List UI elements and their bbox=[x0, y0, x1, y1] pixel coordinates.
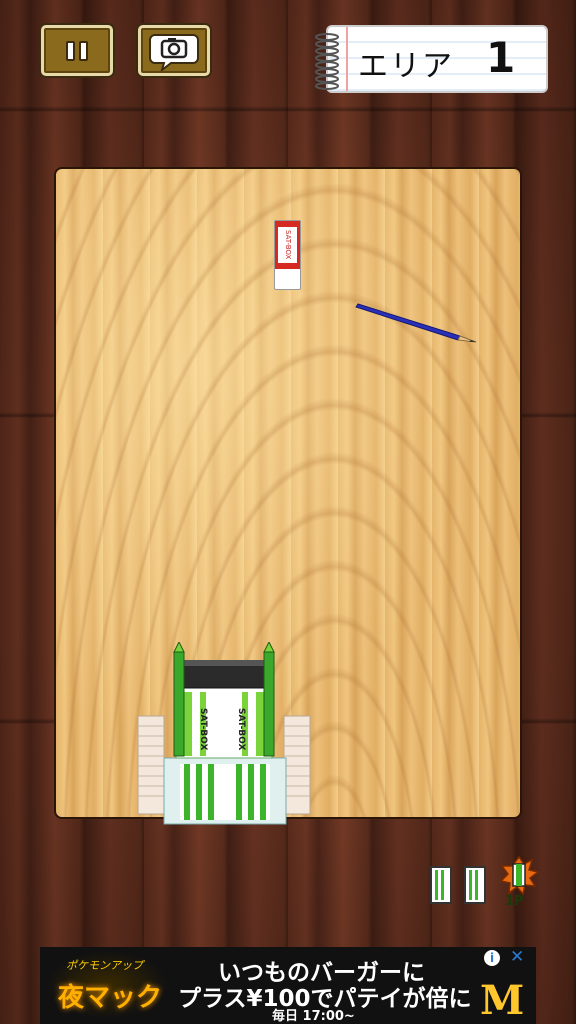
ad-info-icon[interactable]: i bbox=[484, 950, 500, 966]
camera-icon bbox=[149, 33, 199, 71]
life-eraser-2 bbox=[464, 866, 486, 904]
pause-icon bbox=[66, 40, 88, 61]
enemy-eraser: SAT-BOX bbox=[274, 220, 301, 290]
player-eraser-label: SAT-BOX bbox=[198, 708, 208, 751]
ad-brand-main: 夜マック bbox=[58, 983, 163, 1013]
spiral-binding-icon bbox=[315, 33, 339, 90]
pencil bbox=[355, 303, 477, 343]
ad-brand-top: ポケモンアップ bbox=[66, 959, 143, 972]
ad-close-icon[interactable]: ✕ bbox=[510, 947, 524, 967]
camera-button[interactable] bbox=[138, 25, 210, 76]
ad-brand-box: ポケモンアップ 夜マック bbox=[46, 951, 168, 1019]
area-indicator: エリア 1 bbox=[315, 25, 548, 93]
enemy-eraser-sleeve: SAT-BOX bbox=[275, 221, 300, 269]
ad-logo: M bbox=[480, 977, 525, 1024]
notepad-margin bbox=[346, 27, 348, 91]
area-number: 1 bbox=[486, 33, 516, 82]
pause-button[interactable] bbox=[41, 25, 113, 76]
ad-banner[interactable]: ポケモンアップ 夜マック いつものバーガーに プラス¥100でパテイが倍に 毎日… bbox=[40, 947, 536, 1024]
player-eraser-label-2: SAT-BOX bbox=[236, 708, 246, 751]
player-label: 1P bbox=[505, 894, 524, 909]
area-label: エリア bbox=[358, 49, 454, 84]
player-eraser[interactable] bbox=[136, 642, 312, 826]
flame-icon bbox=[499, 855, 540, 896]
enemy-eraser-label: SAT-BOX bbox=[278, 227, 297, 263]
player-badge: 1P bbox=[499, 855, 540, 912]
life-eraser-1 bbox=[430, 866, 452, 904]
ad-time: 毎日 17:00~ bbox=[272, 1009, 355, 1024]
